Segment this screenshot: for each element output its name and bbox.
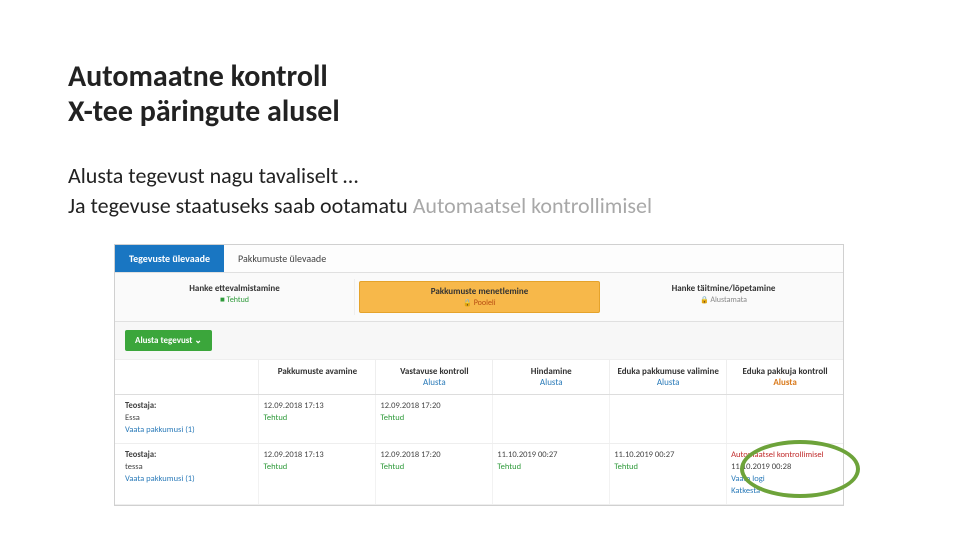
- app-screenshot: Tegevuste ülevaade Pakkumuste ülevaade H…: [114, 244, 844, 505]
- cell-opening: 12.09.2018 17:13 Tehtud: [259, 395, 376, 443]
- view-log-link[interactable]: Vaata logi: [731, 474, 839, 486]
- start-link-selection[interactable]: Alusta: [657, 377, 680, 388]
- phase-preparation[interactable]: Hanke ettevalmistamine Tehtud: [115, 279, 355, 315]
- cell-winner-check: Automaatsel kontrollimisel 11.10.2019 00…: [727, 444, 843, 504]
- phase-status-done: Tehtud: [119, 295, 350, 305]
- view-offers-link[interactable]: Vaata pakkumusi (1): [125, 474, 254, 486]
- col-compliance: Vastavuse kontroll Alusta: [376, 360, 493, 394]
- col-winner-check: Eduka pakkuja kontroll Alusta: [727, 360, 843, 394]
- slide-body: Alusta tegevust nagu tavaliselt … Ja teg…: [68, 161, 890, 220]
- phase-bar: Hanke ettevalmistamine Tehtud Pakkumuste…: [115, 273, 843, 322]
- phase-status-notstarted: Alustamata: [608, 295, 839, 305]
- body-line-1: Alusta tegevust nagu tavaliselt …: [68, 161, 890, 191]
- table-row: Teostaja: tessa Vaata pakkumusi (1) 12.0…: [115, 444, 843, 505]
- title-line-2: X-tee päringute alusel: [68, 93, 340, 130]
- col-empty: [115, 360, 259, 394]
- col-selection: Eduka pakkumuse valimine Alusta: [610, 360, 727, 394]
- col-evaluation: Hindamine Alusta: [493, 360, 610, 394]
- start-link-winner-check[interactable]: Alusta: [773, 377, 796, 388]
- cell-opening: 12.09.2018 17:13 Tehtud: [259, 444, 376, 504]
- cell-performer: Teostaja: Essa Vaata pakkumusi (1): [115, 395, 259, 443]
- phase-execution[interactable]: Hanke täitmine/lõpetamine Alustamata: [604, 279, 843, 315]
- view-offers-link[interactable]: Vaata pakkumusi (1): [125, 425, 254, 437]
- slide-title: Automaatne kontroll X-tee päringute alus…: [68, 60, 890, 129]
- cell-performer: Teostaja: tessa Vaata pakkumusi (1): [115, 444, 259, 504]
- main-tabs: Tegevuste ülevaade Pakkumuste ülevaade: [115, 245, 843, 273]
- cell-winner-check: [727, 395, 843, 443]
- cell-evaluation: [493, 395, 610, 443]
- cell-selection: 11.10.2019 00:27 Tehtud: [610, 444, 727, 504]
- col-opening: Pakkumuste avamine: [259, 360, 376, 394]
- start-activity-button[interactable]: Alusta tegevust: [125, 330, 212, 351]
- title-line-1: Automaatne kontroll: [68, 58, 328, 95]
- cell-compliance: 12.09.2018 17:20 Tehtud: [376, 395, 493, 443]
- action-row: Alusta tegevust: [115, 322, 843, 359]
- phase-status-inprogress: Pooleli: [364, 298, 595, 308]
- column-headers: Pakkumuste avamine Vastavuse kontroll Al…: [115, 359, 843, 395]
- cell-selection: [610, 395, 727, 443]
- status-auto-check: Automaatsel kontrollimisel: [731, 450, 839, 462]
- cell-compliance: 12.09.2018 17:20 Tehtud: [376, 444, 493, 504]
- table-row: Teostaja: Essa Vaata pakkumusi (1) 12.09…: [115, 395, 843, 444]
- body-line-2: Ja tegevuse staatuseks saab ootamatu Aut…: [68, 191, 890, 221]
- start-link-evaluation[interactable]: Alusta: [540, 377, 563, 388]
- phase-processing[interactable]: Pakkumuste menetlemine Pooleli: [359, 281, 600, 313]
- status-phrase: Automaatsel kontrollimisel: [413, 192, 652, 219]
- tab-activities-overview[interactable]: Tegevuste ülevaade: [115, 245, 224, 272]
- tab-offers-overview[interactable]: Pakkumuste ülevaade: [224, 245, 340, 272]
- start-link-compliance[interactable]: Alusta: [423, 377, 446, 388]
- cell-evaluation: 11.10.2019 00:27 Tehtud: [493, 444, 610, 504]
- cancel-link[interactable]: Katkesta: [731, 486, 839, 498]
